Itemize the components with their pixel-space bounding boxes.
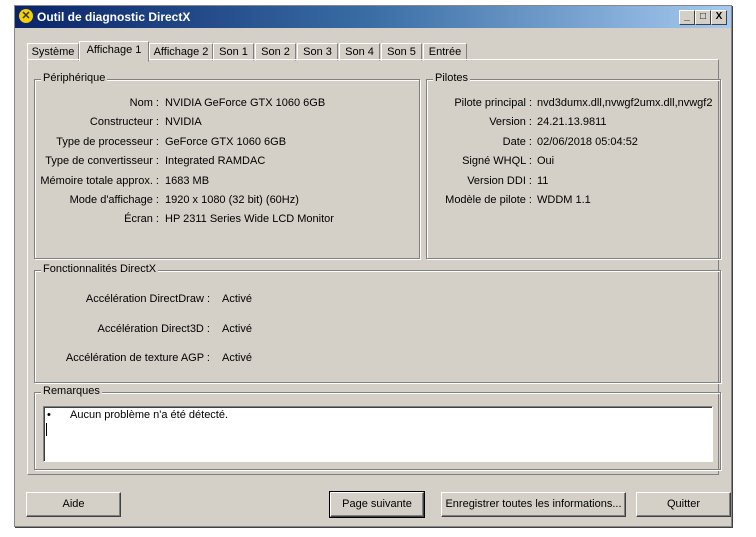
drivers-label: Signé WHQL : — [462, 155, 532, 168]
drivers-value: WDDM 1.1 — [537, 194, 591, 206]
device-value: 1920 x 1080 (32 bit) (60Hz) — [165, 194, 299, 206]
notes-group: Remarques • Aucun problème n'a été détec… — [34, 385, 721, 470]
device-label: Type de convertisseur : — [45, 155, 159, 168]
text-cursor — [46, 423, 47, 436]
drivers-label: Version DDI : — [467, 174, 532, 187]
features-value: Activé — [222, 293, 252, 305]
drivers-value: nvd3dumx.dll,nvwgf2umx.dll,nvwgf2 — [537, 97, 713, 109]
notes-text: Aucun problème n'a été détecté. — [70, 409, 229, 421]
drivers-value: 11 — [537, 174, 549, 187]
features-rows: Accélération DirectDraw : Activé Accélérat… — [35, 271, 720, 382]
drivers-label: Modèle de pilote : — [445, 194, 532, 206]
features-label: Accélération de texture AGP : — [65, 352, 210, 364]
notes-group-title: Remarques — [41, 385, 102, 397]
notes-bullet: • — [47, 409, 51, 421]
device-label: Mémoire totale approx. : — [40, 174, 159, 187]
drivers-value: 02/06/2018 05:04:52 — [537, 135, 638, 148]
title-bar[interactable]: ✕ Outil de diagnostic DirectX _ □ X — [15, 6, 731, 28]
drivers-label: Version : — [489, 116, 532, 129]
save-all-info-button[interactable]: Enregistrer toutes les informations... — [441, 492, 626, 517]
device-label: Nom : — [129, 97, 159, 109]
features-value: Activé — [222, 352, 252, 364]
window-title: Outil de diagnostic DirectX — [37, 10, 191, 24]
quit-button[interactable]: Quitter — [636, 492, 731, 517]
drivers-group-title: Pilotes — [433, 72, 471, 84]
close-button[interactable]: X — [711, 10, 727, 25]
notes-textbox[interactable]: • Aucun problème n'a été détecté. — [43, 406, 713, 462]
minimize-button[interactable]: _ — [679, 10, 695, 25]
device-value: NVIDIA GeForce GTX 1060 6GB — [165, 97, 326, 109]
device-group-title: Périphérique — [41, 72, 108, 84]
drivers-rows: Pilote principal : nvd3dumx.dll,nvwgf2umx… — [427, 80, 720, 258]
directx-diagnostic-window: ✕ Outil de diagnostic DirectX _ □ X Syst… — [14, 5, 732, 527]
next-page-button[interactable]: Page suivante — [329, 491, 425, 518]
features-value: Activé — [222, 322, 252, 335]
features-label: Accélération Direct3D : — [97, 322, 211, 335]
maximize-button[interactable]: □ — [695, 10, 711, 25]
device-value: GeForce GTX 1060 6GB — [165, 135, 287, 148]
device-value: Integrated RAMDAC — [165, 155, 266, 168]
directx-icon: ✕ — [19, 9, 33, 23]
device-label: Type de processeur : — [56, 135, 159, 148]
drivers-value: Oui — [537, 155, 555, 168]
drivers-group: Pilotes Pilote principal : nvd3dumx.dll,n… — [426, 72, 721, 259]
drivers-value: 24.21.13.9811 — [537, 116, 607, 129]
features-label: Accélération DirectDraw : — [85, 293, 210, 305]
tab-affichage-1[interactable]: Affichage 1 — [79, 41, 149, 62]
drivers-label: Pilote principal : — [454, 97, 532, 109]
device-value: 1683 MB — [165, 174, 210, 187]
features-group-title: Fonctionnalités DirectX — [41, 263, 159, 275]
device-value: HP 2311 Series Wide LCD Monitor — [165, 213, 334, 226]
tab-panel: Périphérique Nom : NVIDIA GeForce GTX 106… — [27, 59, 721, 475]
drivers-label: Date : — [502, 135, 532, 148]
device-label: Écran : — [124, 213, 159, 226]
features-group: Fonctionnalités DirectX Accélération Dir… — [34, 263, 721, 383]
device-value: NVIDIA — [165, 116, 202, 129]
device-group: Périphérique Nom : NVIDIA GeForce GTX 106… — [34, 72, 420, 259]
help-button[interactable]: Aide — [26, 492, 121, 517]
device-label: Constructeur : — [89, 116, 159, 129]
device-label: Mode d'affichage : — [69, 194, 159, 206]
device-rows: Nom : NVIDIA GeForce GTX 1060 6GB Construc… — [35, 80, 419, 258]
